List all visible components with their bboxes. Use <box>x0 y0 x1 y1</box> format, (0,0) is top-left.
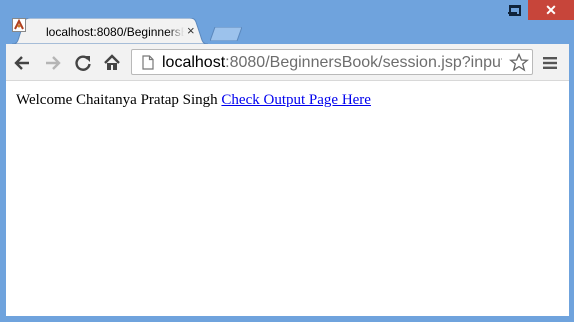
url-path: :8080/BeginnersBook/session.jsp?inputnam… <box>225 54 502 71</box>
toolbar: localhost:8080/BeginnersBook/session.jsp… <box>6 44 569 80</box>
tab-close-icon[interactable]: × <box>187 24 195 38</box>
menu-icon <box>543 57 557 69</box>
back-icon <box>14 56 29 70</box>
close-window-button[interactable]: ✕ <box>528 0 574 20</box>
reload-icon <box>75 55 91 71</box>
page-icon <box>142 55 154 70</box>
forward-icon <box>46 56 61 70</box>
page-content: Welcome Chaitanya Pratap Singh Check Out… <box>6 80 569 316</box>
new-tab-button[interactable] <box>210 27 242 41</box>
close-icon: ✕ <box>545 2 557 18</box>
page-favicon-icon <box>12 18 26 32</box>
reload-button[interactable] <box>73 53 93 73</box>
tab-active[interactable]: localhost:8080/BeginnersBook/session.jsp… <box>12 18 208 44</box>
address-bar[interactable]: localhost:8080/BeginnersBook/session.jsp… <box>131 49 533 75</box>
home-button[interactable] <box>102 53 122 73</box>
welcome-line: Welcome Chaitanya Pratap Singh Check Out… <box>16 92 371 109</box>
check-output-link[interactable]: Check Output Page Here <box>221 92 371 108</box>
maximize-icon <box>508 4 521 16</box>
menu-button[interactable] <box>540 53 560 73</box>
forward-button[interactable] <box>43 53 63 73</box>
back-button[interactable] <box>12 53 32 73</box>
tab-title: localhost:8080/BeginnersBook/session.jsp <box>46 25 184 39</box>
maximize-button[interactable] <box>501 0 528 20</box>
url-text[interactable]: localhost:8080/BeginnersBook/session.jsp… <box>162 53 502 73</box>
star-icon[interactable] <box>509 53 529 72</box>
url-host: localhost <box>162 54 226 71</box>
home-icon <box>104 54 120 70</box>
welcome-text: Welcome Chaitanya Pratap Singh <box>16 92 218 108</box>
browser-window: ✕ localhost:8080/BeginnersBook/session.j… <box>0 0 574 322</box>
